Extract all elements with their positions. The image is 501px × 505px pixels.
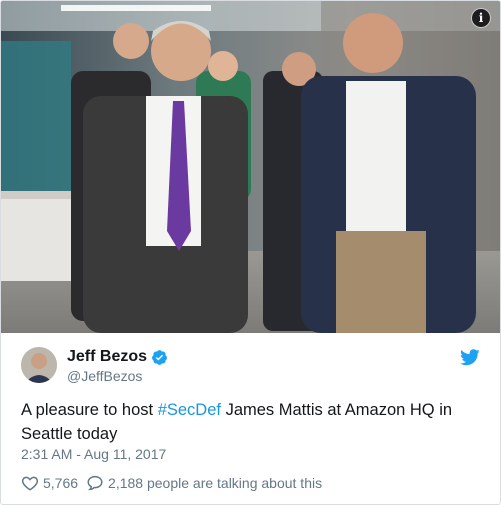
like-button[interactable]: 5,766 (21, 474, 78, 492)
photo-illustration (1, 1, 500, 333)
heart-icon (21, 476, 39, 491)
hashtag-link[interactable]: #SecDef (158, 401, 221, 419)
twitter-bird-icon[interactable] (460, 349, 480, 366)
verified-badge-icon (152, 349, 167, 365)
tweet-text-start: A pleasure to host (21, 401, 158, 419)
author-display-name[interactable]: Jeff Bezos (67, 348, 147, 366)
tweet-actions: 5,766 2,188 people are talking about thi… (21, 474, 322, 492)
author-handle[interactable]: @JeffBezos (67, 368, 168, 384)
info-icon[interactable]: i (472, 9, 490, 27)
tweet-photo[interactable] (1, 1, 500, 333)
reply-button[interactable]: 2,188 people are talking about this (86, 474, 322, 492)
replies-text: 2,188 people are talking about this (108, 475, 323, 491)
tweet-header: Jeff Bezos @JeffBezos (21, 347, 484, 387)
tweet-text: A pleasure to host #SecDef James Mattis … (21, 398, 461, 446)
avatar[interactable] (21, 347, 57, 383)
author-info: Jeff Bezos @JeffBezos (67, 347, 168, 384)
tweet-card: i Jeff Bezos @JeffBezos A pleasure to ho… (0, 0, 501, 505)
reply-bubble-icon (87, 475, 103, 491)
tweet-timestamp[interactable]: 2:31 AM - Aug 11, 2017 (21, 446, 166, 462)
like-count: 5,766 (43, 475, 79, 491)
